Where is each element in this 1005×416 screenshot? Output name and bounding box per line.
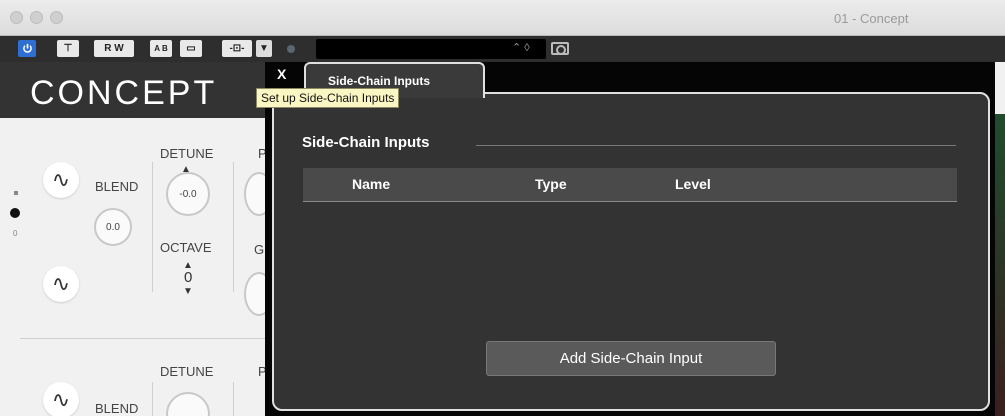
osc1-octave-label: OCTAVE	[160, 240, 212, 255]
osc-mix-slider-handle[interactable]	[10, 208, 20, 218]
osc1-blend-value: 0.0	[106, 221, 120, 233]
slider-track	[14, 191, 18, 195]
brand-logo: CONCEPT	[0, 62, 265, 118]
envelope-display	[995, 114, 1005, 416]
sidechain-menu-button[interactable]: ▼	[256, 40, 272, 57]
bypass-button[interactable]: ⊤	[57, 40, 79, 57]
octave-down-icon[interactable]: ▼	[183, 286, 193, 297]
window-title: 01 - Concept	[834, 11, 909, 26]
section-divider	[476, 145, 956, 146]
power-icon	[22, 43, 32, 53]
divider	[152, 382, 153, 416]
preset-arrows-icon: ⌃ ◊	[512, 42, 530, 54]
sidechain-button[interactable]: -⊡-	[222, 40, 252, 57]
ab-compare-label: A B	[154, 44, 168, 53]
activity-indicator-icon	[287, 45, 295, 53]
bypass-icon: ⊤	[63, 43, 73, 54]
add-sidechain-input-button[interactable]: Add Side-Chain Input	[486, 341, 776, 376]
camera-icon[interactable]	[551, 42, 569, 55]
read-write-label: R W	[104, 43, 124, 54]
plugin-toolbar: ⊤ R W A B ▭ -⊡- ▼ ⌃ ◊	[0, 36, 1005, 62]
osc1-octave-value: 0	[184, 269, 193, 286]
tooltip: Set up Side-Chain Inputs	[256, 88, 400, 108]
divider	[233, 162, 234, 292]
close-window-button[interactable]	[10, 11, 23, 24]
sidechain-icon: -⊡-	[229, 43, 245, 54]
osc1-partial-g-label: G	[254, 242, 265, 257]
close-sidechain-button[interactable]: X	[277, 66, 286, 82]
read-write-button[interactable]: R W	[94, 40, 134, 57]
osc2-detune-knob[interactable]	[166, 392, 210, 416]
sine-wave-icon[interactable]: ∿	[43, 382, 79, 416]
osc2-detune-label: DETUNE	[160, 364, 214, 379]
minimize-window-button[interactable]	[30, 11, 43, 24]
chevron-down-icon: ▼	[259, 43, 269, 54]
section-title: Side-Chain Inputs	[302, 134, 430, 151]
column-header-level[interactable]: Level	[675, 176, 711, 192]
window-titlebar: 01 - Concept	[0, 0, 1005, 36]
divider	[152, 162, 153, 292]
sine-wave-icon[interactable]: ∿	[43, 266, 79, 302]
column-header-type[interactable]: Type	[535, 176, 567, 192]
osc1-blend-knob[interactable]: 0.0	[94, 208, 132, 246]
preset-selector[interactable]: ⌃ ◊	[316, 39, 546, 59]
ab-compare-button[interactable]: A B	[150, 40, 172, 57]
slider-tick-label: 0	[13, 229, 18, 238]
divider	[20, 338, 265, 339]
sine-wave-icon[interactable]: ∿	[43, 162, 79, 198]
column-header-name[interactable]: Name	[352, 176, 390, 192]
osc1-blend-label: BLEND	[95, 179, 139, 194]
power-button[interactable]	[18, 40, 36, 57]
copy-icon: ▭	[186, 43, 196, 54]
osc2-blend-label: BLEND	[95, 401, 139, 416]
osc1-detune-label: DETUNE	[160, 146, 214, 161]
copy-settings-button[interactable]: ▭	[180, 40, 202, 57]
osc1-detune-value: -0.0	[179, 188, 197, 200]
zoom-window-button[interactable]	[50, 11, 63, 24]
tab-label: Side-Chain Inputs	[328, 74, 430, 88]
sidechain-table-header: Name Type Level	[303, 168, 957, 202]
divider	[233, 382, 234, 416]
osc1-detune-knob[interactable]: -0.0	[166, 172, 210, 216]
